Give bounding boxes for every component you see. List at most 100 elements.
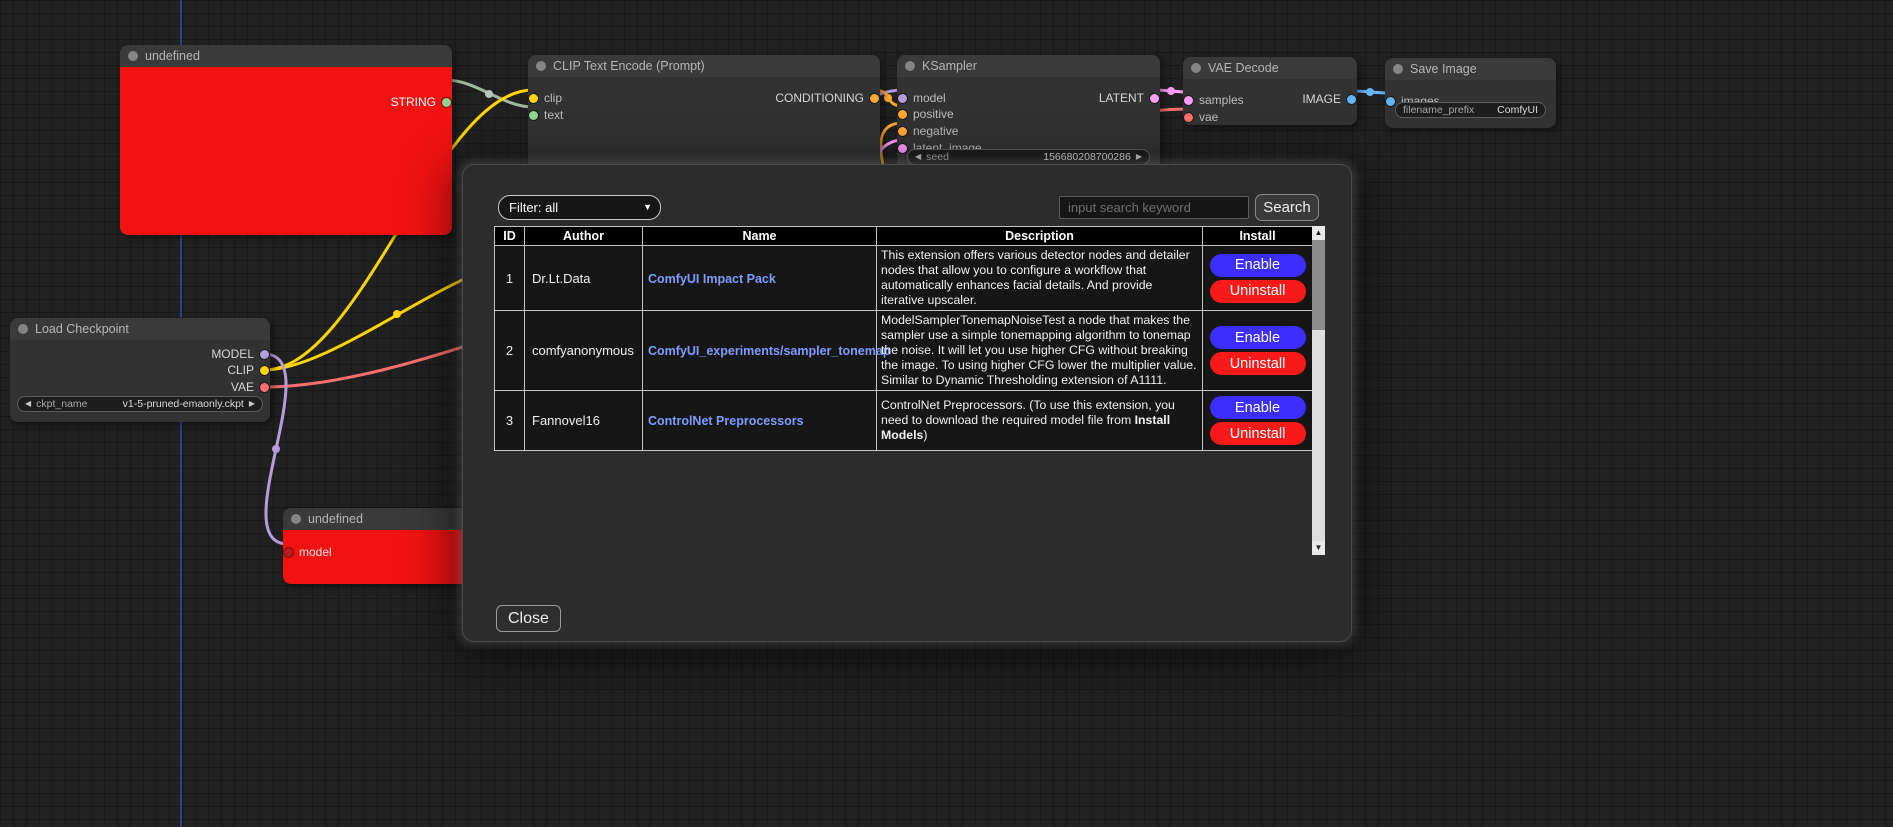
node-header: VAE Decode [1183, 57, 1357, 79]
slot-label: positive [913, 107, 954, 121]
input-dot-clip[interactable] [529, 94, 538, 103]
input-slot-clip[interactable]: clip [529, 90, 562, 106]
input-dot-text[interactable] [529, 111, 538, 120]
filter-select-wrap: Filter: all ▼ [498, 195, 661, 220]
scrollbar-thumb[interactable] [1312, 240, 1325, 330]
output-dot-conditioning[interactable] [870, 94, 879, 103]
previous-arrow-icon[interactable]: ◀ [25, 396, 31, 412]
header-author: Author [525, 227, 643, 246]
cell-install: Enable Uninstall [1203, 246, 1313, 311]
collapse-dot[interactable] [291, 514, 301, 524]
header-description: Description [877, 227, 1203, 246]
uninstall-button[interactable]: Uninstall [1210, 280, 1306, 303]
uninstall-button[interactable]: Uninstall [1210, 422, 1306, 445]
collapse-dot[interactable] [18, 324, 28, 334]
collapse-dot[interactable] [128, 51, 138, 61]
output-slot-latent[interactable]: LATENT [1099, 90, 1159, 106]
output-slot-string[interactable]: STRING [391, 94, 451, 110]
increment-arrow-icon[interactable]: ▶ [1136, 149, 1142, 165]
collapse-dot[interactable] [1393, 64, 1403, 74]
node-vae-decode[interactable]: VAE Decode samples vae IMAGE [1183, 57, 1357, 125]
extension-link[interactable]: ComfyUI_experiments/sampler_tonemap [648, 344, 890, 358]
extension-link[interactable]: ControlNet Preprocessors [648, 414, 804, 428]
output-dot-latent[interactable] [1150, 94, 1159, 103]
node-clip-text-encode[interactable]: CLIP Text Encode (Prompt) clip text COND… [528, 55, 880, 177]
enable-button[interactable]: Enable [1210, 326, 1306, 349]
filter-select[interactable]: Filter: all [498, 195, 661, 220]
node-load-checkpoint[interactable]: Load Checkpoint MODEL CLIP VAE ◀ ckpt_na… [10, 318, 270, 422]
collapse-dot[interactable] [905, 61, 915, 71]
scroll-down-button[interactable]: ▼ [1312, 541, 1325, 555]
node-title: undefined [308, 512, 363, 526]
collapse-dot[interactable] [1191, 63, 1201, 73]
slot-label: LATENT [1099, 91, 1144, 105]
next-arrow-icon[interactable]: ▶ [249, 396, 255, 412]
input-slot-model[interactable]: model [284, 544, 332, 560]
input-slot-samples[interactable]: samples [1184, 92, 1244, 108]
table-row: 3 Fannovel16 ControlNet Preprocessors Co… [495, 391, 1313, 451]
decrement-arrow-icon[interactable]: ◀ [915, 149, 921, 165]
input-dot-samples[interactable] [1184, 96, 1193, 105]
seed-widget[interactable]: ◀ seed 156680208700286 ▶ [907, 149, 1150, 165]
input-slot-model[interactable]: model [898, 90, 946, 106]
table-scrollbar[interactable]: ▲ ▼ [1312, 226, 1325, 555]
node-title: KSampler [922, 59, 977, 73]
search-input[interactable] [1059, 196, 1249, 219]
cell-install: Enable Uninstall [1203, 391, 1313, 451]
output-slot-image[interactable]: IMAGE [1302, 91, 1356, 107]
ckpt-name-widget[interactable]: ◀ ckpt_name v1-5-pruned-emaonly.ckpt ▶ [17, 396, 263, 412]
output-slot-vae[interactable]: VAE [231, 379, 269, 395]
slot-label: samples [1199, 93, 1244, 107]
filename-prefix-widget[interactable]: filename_prefix ComfyUI [1395, 102, 1546, 118]
output-dot-image[interactable] [1347, 95, 1356, 104]
scroll-up-button[interactable]: ▲ [1312, 226, 1325, 240]
slot-label: vae [1199, 110, 1218, 124]
node-header: KSampler [897, 55, 1160, 77]
input-slot-negative[interactable]: negative [898, 123, 958, 139]
close-button[interactable]: Close [496, 605, 561, 632]
output-slot-model[interactable]: MODEL [211, 346, 269, 362]
output-dot-clip[interactable] [260, 366, 269, 375]
slot-label: VAE [231, 380, 254, 394]
input-dot-model[interactable] [898, 94, 907, 103]
widget-value: v1-5-pruned-emaonly.ckpt [123, 398, 244, 410]
node-title: undefined [145, 49, 200, 63]
widget-label: filename_prefix [1403, 104, 1474, 116]
slot-label: CONDITIONING [775, 91, 864, 105]
table-row: 1 Dr.Lt.Data ComfyUI Impact Pack This ex… [495, 246, 1313, 311]
node-save-image[interactable]: Save Image images filename_prefix ComfyU… [1385, 58, 1556, 128]
header-name: Name [643, 227, 877, 246]
input-dot-vae[interactable] [1184, 113, 1193, 122]
input-dot-latent-image[interactable] [898, 144, 907, 153]
cell-description: ModelSamplerTonemapNoiseTest a node that… [877, 311, 1203, 391]
input-dot-images[interactable] [1386, 97, 1395, 106]
input-slot-text[interactable]: text [529, 107, 563, 123]
slot-label: CLIP [227, 363, 254, 377]
extension-link[interactable]: ComfyUI Impact Pack [648, 272, 776, 286]
cell-author: Dr.Lt.Data [525, 246, 643, 311]
input-slot-positive[interactable]: positive [898, 106, 954, 122]
input-dot-positive[interactable] [898, 110, 907, 119]
cell-install: Enable Uninstall [1203, 311, 1313, 391]
custom-nodes-dialog: Filter: all ▼ Search ID Author Name Desc… [462, 164, 1352, 642]
output-dot-model[interactable] [260, 350, 269, 359]
table-header-row: ID Author Name Description Install [495, 227, 1313, 246]
input-dot-model[interactable] [284, 548, 293, 557]
output-dot-string[interactable] [442, 98, 451, 107]
output-slot-conditioning[interactable]: CONDITIONING [775, 90, 879, 106]
node-header: Load Checkpoint [10, 318, 270, 340]
output-dot-vae[interactable] [260, 383, 269, 392]
cell-id: 3 [495, 391, 525, 451]
node-header: CLIP Text Encode (Prompt) [528, 55, 880, 77]
widget-value: ComfyUI [1497, 104, 1538, 116]
input-dot-negative[interactable] [898, 127, 907, 136]
input-slot-vae[interactable]: vae [1184, 109, 1218, 125]
node-undefined-top[interactable]: undefined STRING [120, 45, 452, 235]
output-slot-clip[interactable]: CLIP [227, 362, 269, 378]
search-button[interactable]: Search [1255, 194, 1319, 221]
collapse-dot[interactable] [536, 61, 546, 71]
uninstall-button[interactable]: Uninstall [1210, 352, 1306, 375]
enable-button[interactable]: Enable [1210, 396, 1306, 419]
cell-name: ComfyUI_experiments/sampler_tonemap [643, 311, 877, 391]
enable-button[interactable]: Enable [1210, 254, 1306, 277]
